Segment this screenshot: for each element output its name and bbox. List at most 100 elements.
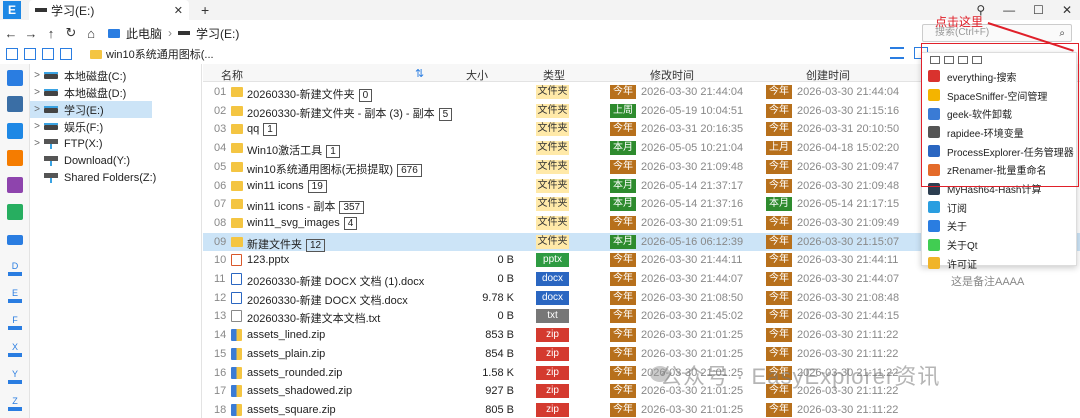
crumb-pc[interactable]: 此电脑 [126, 25, 162, 42]
col-name[interactable]: 名称 [221, 67, 243, 83]
file-name[interactable]: 20260330-新建文件夹 0 [247, 86, 373, 102]
file-name-text: assets_shadowed.zip [247, 385, 353, 398]
col-modified[interactable]: 修改时间 [650, 67, 694, 83]
search-icon[interactable]: ⌕ [1059, 26, 1065, 42]
drive-icon [8, 299, 22, 303]
panel-view-icon[interactable] [60, 48, 72, 60]
file-name[interactable]: assets_shadowed.zip [247, 385, 352, 397]
file-name-text: Win10激活工具 [247, 145, 323, 158]
qt-icon [928, 238, 940, 251]
menu-lines-icon[interactable] [890, 47, 904, 59]
dock-drive-letter: Y [11, 369, 18, 379]
close-button[interactable]: ✕ [1062, 3, 1072, 17]
col-size[interactable]: 大小 [466, 67, 488, 83]
tab-drive-e[interactable]: 学习(E:) ✕ [29, 0, 189, 20]
desktop-dock-icon[interactable] [7, 96, 23, 112]
menu-item[interactable]: 关于Qt [926, 235, 1076, 254]
drive-icon [8, 380, 22, 384]
modified-tag: 今年 [610, 159, 636, 174]
file-name[interactable]: 20260330-新建文件夹 - 副本 (3) - 副本 5 [247, 105, 453, 121]
crumb-separator[interactable]: › [168, 26, 172, 40]
tab-close-icon[interactable]: ✕ [174, 4, 183, 17]
up-icon[interactable]: ↑ [42, 26, 60, 41]
videos-dock-icon[interactable] [7, 177, 23, 193]
minimize-button[interactable]: — [1003, 3, 1015, 17]
new-tab-button[interactable]: + [201, 2, 209, 18]
file-name[interactable]: assets_lined.zip [247, 329, 325, 341]
drive-icon [178, 31, 191, 35]
sort-icon[interactable]: ⇅ [415, 67, 424, 80]
pictures-dock-icon[interactable] [7, 123, 23, 139]
file-name[interactable]: qq 1 [247, 123, 277, 137]
quick-path[interactable]: win10系统通用图标(... [90, 46, 214, 62]
item-count-badge: 1 [326, 145, 340, 159]
columns-view-icon[interactable] [6, 48, 18, 60]
table-row[interactable]: 16 assets_rounded.zip 1.58 Kzip 今年 2026-03-3… [203, 364, 1080, 383]
row-index: 18 [214, 403, 227, 416]
dock-drive-icon[interactable]: X [5, 342, 25, 358]
music-dock-icon[interactable] [7, 150, 23, 166]
dock-drive-icon[interactable]: Y [5, 369, 25, 385]
table-row[interactable]: 17 assets_shadowed.zip 927 Bzip 今年 2026-03-3… [203, 382, 1080, 401]
table-row[interactable]: 13 20260330-新建文本文档.txt 0 B txt 今年 2026-03-30 … [203, 307, 1080, 326]
col-type[interactable]: 类型 [543, 67, 565, 83]
row-index: 02 [214, 104, 227, 117]
network-drive-icon [44, 172, 58, 183]
modified-time: 2026-03-30 21:44:11 [641, 254, 743, 267]
row-index: 15 [214, 347, 227, 360]
col-created[interactable]: 创建时间 [806, 67, 850, 83]
crumb-drive[interactable]: 学习(E:) [196, 25, 239, 42]
file-name[interactable]: 123.pptx [247, 254, 289, 266]
menu-item[interactable]: 订阅 [926, 198, 1076, 217]
tree-item[interactable]: > 学习(E:) [30, 101, 152, 118]
menu-item[interactable]: 许可证 [926, 254, 1076, 273]
tree-item[interactable]: > 本地磁盘(D:) [30, 84, 200, 101]
file-name[interactable]: 20260330-新建 DOCX 文档.docx [247, 292, 408, 308]
file-name-text: assets_rounded.zip [247, 366, 343, 379]
table-row[interactable]: 18 assets_square.zip 805 B zip 今年 2026-03-30 … [203, 401, 1080, 418]
refresh-icon[interactable]: ↻ [62, 25, 80, 41]
tree-item[interactable]: Download(Y:) [30, 152, 200, 169]
dock-drive-icon[interactable]: F [5, 315, 25, 331]
file-name[interactable]: Win10激活工具 1 [247, 142, 340, 159]
file-name[interactable]: 新建文件夹 12 [247, 236, 326, 252]
file-name[interactable]: win10系统通用图标(无损提取) 676 [247, 161, 422, 177]
file-name[interactable]: win11 icons - 副本 357 [247, 198, 365, 215]
table-row[interactable]: 11 20260330-新建 DOCX 文档 (1).docx 0 B docx 今年 2… [203, 270, 1080, 289]
chevron-right-icon[interactable]: > [30, 87, 44, 98]
type-badge: zip [536, 328, 569, 343]
chevron-right-icon[interactable]: > [30, 70, 44, 81]
chevron-right-icon[interactable]: > [30, 138, 44, 149]
file-name[interactable]: win11_svg_images 4 [247, 216, 358, 230]
grid-view-icon[interactable] [42, 48, 54, 60]
tree-item[interactable]: Shared Folders(Z:) [30, 169, 200, 186]
table-row[interactable]: 12 20260330-新建 DOCX 文档.docx 9.78 K docx 今年 20… [203, 289, 1080, 308]
file-name[interactable]: assets_square.zip [247, 404, 336, 416]
drive-c-dock-icon[interactable] [7, 235, 23, 245]
split-view-icon[interactable] [24, 48, 36, 60]
back-icon[interactable]: ← [2, 26, 20, 41]
dock-drive-icon[interactable]: D [5, 261, 25, 277]
chevron-right-icon[interactable]: > [30, 104, 44, 115]
file-name[interactable]: 20260330-新建 DOCX 文档 (1).docx [247, 273, 424, 289]
tree-item[interactable]: > 本地磁盘(C:) [30, 67, 200, 84]
file-name[interactable]: win11 icons 19 [247, 179, 327, 193]
home-dock-icon[interactable] [7, 70, 23, 86]
dock-drive-icon[interactable]: Z [5, 396, 25, 412]
modified-time: 2026-03-30 21:09:48 [641, 160, 744, 173]
file-name[interactable]: assets_rounded.zip [247, 367, 342, 379]
file-name[interactable]: assets_plain.zip [247, 348, 325, 360]
file-name[interactable]: 20260330-新建文本文档.txt [247, 310, 380, 326]
chevron-right-icon[interactable]: > [30, 121, 44, 132]
menu-item[interactable]: 关于 [926, 217, 1076, 236]
table-row[interactable]: 14 assets_lined.zip 853 B zip 今年 2026-03-30 2… [203, 326, 1080, 345]
home-icon[interactable]: ⌂ [82, 26, 100, 41]
tree-item[interactable]: > 娱乐(F:) [30, 118, 200, 135]
drive-icon [8, 272, 22, 276]
dock-drive-icon[interactable]: E [5, 288, 25, 304]
table-row[interactable]: 15 assets_plain.zip 854 B zip 今年 2026-03-30 2… [203, 345, 1080, 364]
forward-icon[interactable]: → [22, 26, 40, 41]
downloads-dock-icon[interactable] [7, 204, 23, 220]
maximize-button[interactable]: ☐ [1033, 3, 1044, 17]
tree-item[interactable]: > FTP(X:) [30, 135, 200, 152]
